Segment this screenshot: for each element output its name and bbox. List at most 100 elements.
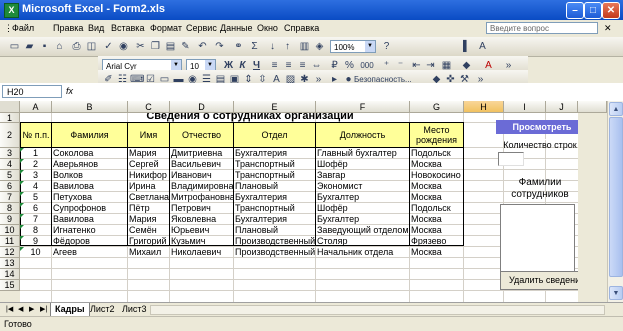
table-cell[interactable]: 9 (20, 236, 51, 247)
table-cell[interactable]: Вавилова (51, 181, 127, 192)
table-cell[interactable]: 8 (20, 225, 51, 236)
horizontal-scrollbar[interactable] (150, 305, 605, 315)
table-cell[interactable]: Начальник отдела (315, 247, 409, 258)
table-cell[interactable]: Столяр (315, 236, 409, 247)
row-header[interactable]: 15 (0, 280, 20, 291)
table-cell[interactable]: Завгар (315, 170, 409, 181)
menu-file[interactable]: Файл (12, 23, 34, 33)
sort-desc-icon[interactable]: ↑ (281, 40, 294, 53)
column-header[interactable]: F (316, 101, 410, 113)
table-cell[interactable]: Шофёр (315, 203, 409, 214)
sort-asc-icon[interactable]: ↓ (266, 40, 279, 53)
row-header[interactable]: 4 (0, 159, 20, 170)
menu-window[interactable]: Окно (257, 23, 278, 33)
worksheet-grid[interactable]: Сведения о сотрудниках организации № п.п… (20, 113, 578, 302)
table-cell[interactable]: Плановый (233, 181, 315, 192)
table-cell[interactable]: Москва (409, 159, 463, 170)
column-header-selected[interactable]: H (464, 101, 504, 113)
scroll-down-icon[interactable]: ▼ (609, 286, 623, 300)
table-cell[interactable]: Никифор (127, 170, 169, 181)
column-header[interactable]: E (234, 101, 316, 113)
table-cell[interactable]: Бухгалтерия (233, 148, 315, 159)
help-icon[interactable]: ? (380, 40, 393, 53)
table-cell[interactable]: Новокосино (409, 170, 463, 181)
column-header[interactable]: D (170, 101, 234, 113)
format-painter-icon[interactable]: ✎ (179, 40, 192, 53)
permission-icon[interactable]: ⌂ (53, 40, 66, 53)
table-cell[interactable]: Заведующий отделом (315, 225, 409, 236)
table-cell[interactable]: Агеев (51, 247, 127, 258)
row-header[interactable]: 10 (0, 225, 20, 236)
table-cell[interactable]: Григорий (127, 236, 169, 247)
row-header[interactable]: 6 (0, 181, 20, 192)
table-cell[interactable]: Москва (409, 225, 463, 236)
table-cell[interactable]: Фрязево (409, 236, 463, 247)
column-header[interactable]: A (20, 101, 52, 113)
formula-input[interactable] (82, 85, 602, 98)
function-icon[interactable]: fx (66, 86, 73, 96)
row-header[interactable]: 2 (0, 123, 20, 148)
table-cell[interactable]: Васильевич (169, 159, 233, 170)
table-cell[interactable]: 3 (20, 170, 51, 181)
table-cell[interactable]: Транспортный (233, 170, 315, 181)
table-cell[interactable]: Яковлевна (169, 214, 233, 225)
table-cell[interactable]: Москва (409, 247, 463, 258)
table-cell[interactable]: Производственный (233, 247, 315, 258)
tab-list3[interactable]: Лист3 (118, 303, 151, 316)
hyperlink-icon[interactable]: ⚭ (232, 40, 245, 53)
table-cell[interactable]: Подольск (409, 148, 463, 159)
tab-list2[interactable]: Лист2 (86, 303, 119, 316)
maximize-button[interactable]: □ (584, 2, 602, 19)
table-cell[interactable]: Соколова (51, 148, 127, 159)
menu-tools[interactable]: Сервис (186, 23, 217, 33)
minimize-button[interactable]: – (566, 2, 584, 19)
table-cell[interactable]: Бухгалтер (315, 214, 409, 225)
new-icon[interactable]: ▭ (8, 40, 21, 53)
table-cell[interactable]: Фёдоров (51, 236, 127, 247)
table-cell[interactable]: Сергей (127, 159, 169, 170)
table-cell[interactable]: Пётр (127, 203, 169, 214)
table-cell[interactable]: Кузьмич (169, 236, 233, 247)
table-cell[interactable]: 7 (20, 214, 51, 225)
table-cell[interactable]: Плановый (233, 225, 315, 236)
table-cell[interactable]: Бухгалтерия (233, 214, 315, 225)
table-cell[interactable]: Мария (127, 148, 169, 159)
table-cell[interactable]: Бухгалтер (315, 192, 409, 203)
table-cell[interactable]: Мария (127, 214, 169, 225)
print-icon[interactable]: ⎙ (70, 40, 83, 53)
table-cell[interactable]: 6 (20, 203, 51, 214)
header-cell[interactable]: Отчество (169, 122, 234, 148)
table-cell[interactable]: Петухова (51, 192, 127, 203)
row-header[interactable]: 14 (0, 269, 20, 280)
table-cell[interactable]: Москва (409, 181, 463, 192)
table-cell[interactable]: Шофёр (315, 159, 409, 170)
table-cell[interactable]: Аверьянов (51, 159, 127, 170)
table-cell[interactable]: Подольск (409, 203, 463, 214)
chart-wizard-icon[interactable]: ▥ (298, 40, 311, 53)
row-header[interactable]: 12 (0, 247, 20, 258)
column-header[interactable]: B (52, 101, 128, 113)
view-list-button[interactable]: Просмотреть список (496, 120, 578, 146)
drawing-icon[interactable]: ◈ (313, 40, 326, 53)
table-cell[interactable]: 1 (20, 148, 51, 159)
table-cell[interactable]: Николаевич (169, 247, 233, 258)
cut-icon[interactable]: ✂ (134, 40, 147, 53)
header-cell[interactable]: Должность (315, 122, 410, 148)
table-cell[interactable]: Семён (127, 225, 169, 236)
table-cell[interactable]: Иванович (169, 170, 233, 181)
table-cell[interactable]: Дмитриевна (169, 148, 233, 159)
table-cell[interactable]: Юрьевич (169, 225, 233, 236)
row-header[interactable]: 3 (0, 148, 20, 159)
menu-edit[interactable]: Правка (53, 23, 83, 33)
table-cell[interactable]: Транспортный (233, 159, 315, 170)
table-cell[interactable]: Москва (409, 192, 463, 203)
menu-format[interactable]: Формат (150, 23, 182, 33)
delete-data-button[interactable]: Удалить сведения (500, 271, 578, 290)
vertical-scrollbar[interactable]: ▲ ▼ (607, 101, 623, 302)
table-cell[interactable]: Транспортный (233, 203, 315, 214)
row-header[interactable]: 1 (0, 113, 20, 123)
row-header[interactable]: 11 (0, 236, 20, 247)
close-button[interactable]: ✕ (602, 2, 620, 19)
font-color-icon[interactable]: A (476, 40, 489, 53)
table-cell[interactable]: Владимировна (169, 181, 233, 192)
